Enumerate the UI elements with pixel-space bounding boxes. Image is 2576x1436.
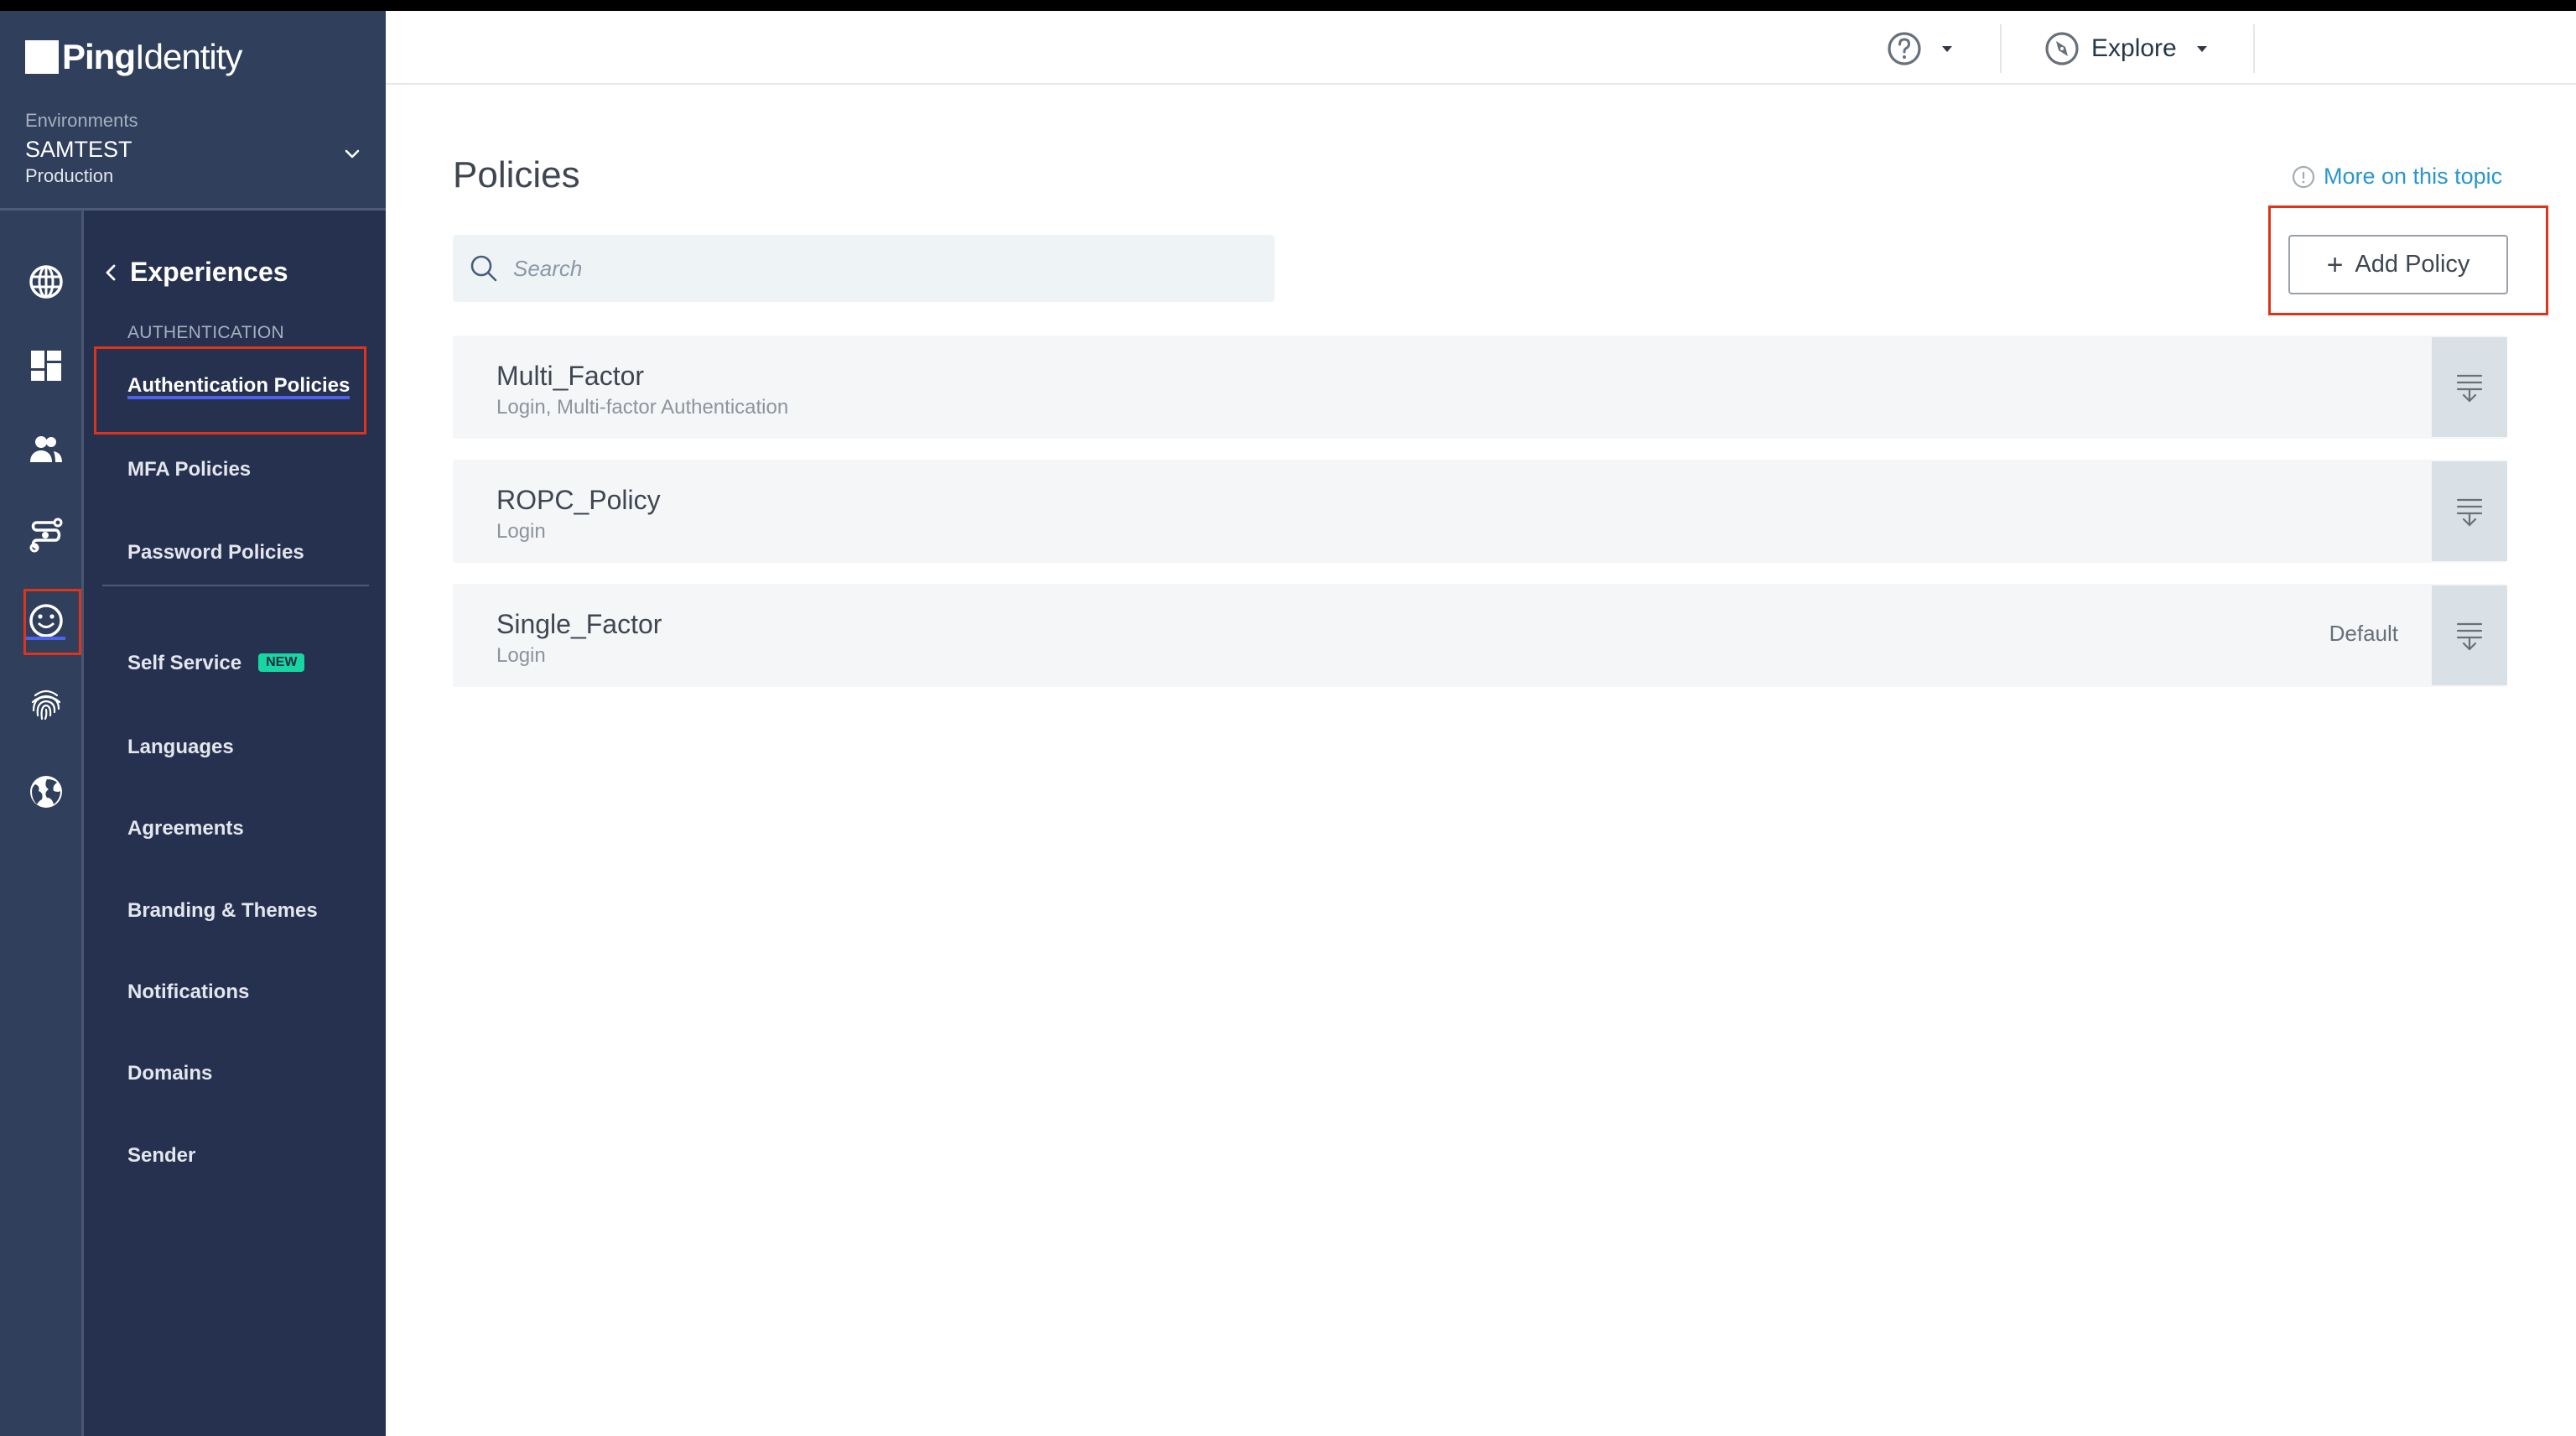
policy-name: Single_Factor [496, 609, 662, 639]
expand-details-icon [2456, 498, 2483, 527]
window-top-bar [0, 0, 2576, 11]
expand-policy-button[interactable] [2432, 461, 2507, 561]
policy-name: ROPC_Policy [496, 485, 661, 515]
nav-back-label: Experiences [130, 257, 288, 287]
nav-item-domains[interactable]: Domains [127, 1062, 212, 1085]
dashboard-icon[interactable] [29, 348, 64, 383]
add-policy-label: Add Policy [2355, 251, 2470, 278]
nav-item-agreements[interactable]: Agreements [127, 817, 244, 840]
sidebar-header: PingIdentity Environments SAMTEST Produc… [0, 11, 386, 210]
nav-item-notifications[interactable]: Notifications [127, 981, 249, 1004]
info-circle-icon [2292, 165, 2315, 188]
caret-down-icon [1942, 45, 1952, 52]
chevron-left-icon [106, 264, 116, 280]
users-icon[interactable] [29, 432, 64, 467]
expand-policy-button[interactable] [2432, 585, 2507, 685]
header-separator [2253, 24, 2255, 73]
help-menu-button[interactable] [1887, 31, 1952, 66]
active-nav-underline [127, 396, 350, 399]
compass-icon [2045, 32, 2079, 65]
header-separator [2000, 24, 2002, 73]
policy-list: Multi_Factor Login, Multi-factor Authent… [453, 336, 2507, 708]
search-icon [470, 255, 497, 282]
chevron-down-icon[interactable] [342, 143, 362, 164]
logo-text: PingIdentity [62, 37, 242, 76]
policy-description: Login [496, 644, 546, 667]
policy-row[interactable]: ROPC_Policy Login [453, 460, 2507, 563]
caret-down-icon [2196, 45, 2207, 52]
plus-icon: + [2326, 248, 2344, 281]
environment-name[interactable]: SAMTEST [25, 137, 132, 163]
sidebar: PingIdentity Environments SAMTEST Produc… [0, 11, 386, 1436]
nav-item-self-service-label: Self Service [127, 652, 242, 674]
search-box [453, 235, 1275, 302]
logo-square-icon [25, 40, 59, 74]
earth-icon[interactable] [29, 774, 64, 809]
question-circle-icon [1888, 32, 1921, 65]
icon-strip [0, 211, 84, 1436]
policy-description: Login [496, 520, 546, 543]
ping-identity-logo[interactable]: PingIdentity [25, 37, 242, 77]
policy-name: Multi_Factor [496, 361, 645, 391]
explore-label: Explore [2091, 34, 2177, 62]
policy-row[interactable]: Multi_Factor Login, Multi-factor Authent… [453, 336, 2507, 439]
policy-default-label: Default [2329, 621, 2398, 646]
environments-label: Environments [25, 110, 138, 131]
nav-divider [102, 585, 369, 586]
nav-item-authentication-policies[interactable]: Authentication Policies [127, 374, 350, 398]
nav-item-password-policies[interactable]: Password Policies [127, 541, 304, 565]
nav-item-languages[interactable]: Languages [127, 736, 234, 759]
page-title: Policies [453, 154, 580, 195]
nav-item-sender[interactable]: Sender [127, 1144, 195, 1168]
explore-menu-button[interactable]: Explore [2044, 31, 2207, 66]
back-to-experiences-button[interactable]: Experiences [103, 257, 288, 288]
add-policy-button[interactable]: + Add Policy [2288, 235, 2508, 294]
fingerprint-icon[interactable] [29, 687, 64, 722]
nav-section-authentication: AUTHENTICATION [127, 323, 284, 342]
expand-details-icon [2456, 374, 2483, 403]
environment-type: Production [25, 165, 114, 186]
new-badge: NEW [258, 653, 305, 672]
annotation-highlight-experiences-icon [23, 589, 81, 655]
expand-policy-button[interactable] [2432, 337, 2507, 437]
nav-item-mfa-policies[interactable]: MFA Policies [127, 458, 251, 481]
connections-icon[interactable] [29, 518, 64, 553]
top-header: Explore [386, 11, 2576, 85]
more-on-this-topic-link[interactable]: More on this topic [2292, 164, 2502, 190]
nav-item-self-service[interactable]: Self Service NEW [127, 652, 305, 675]
policy-description: Login, Multi-factor Authentication [496, 396, 789, 419]
more-on-this-topic-label: More on this topic [2324, 164, 2503, 189]
expand-details-icon [2456, 622, 2483, 651]
search-input[interactable] [513, 255, 1251, 282]
policy-row[interactable]: Single_Factor Login Default [453, 584, 2507, 687]
nav-item-branding-themes[interactable]: Branding & Themes [127, 899, 318, 923]
globe-icon[interactable] [29, 264, 64, 299]
